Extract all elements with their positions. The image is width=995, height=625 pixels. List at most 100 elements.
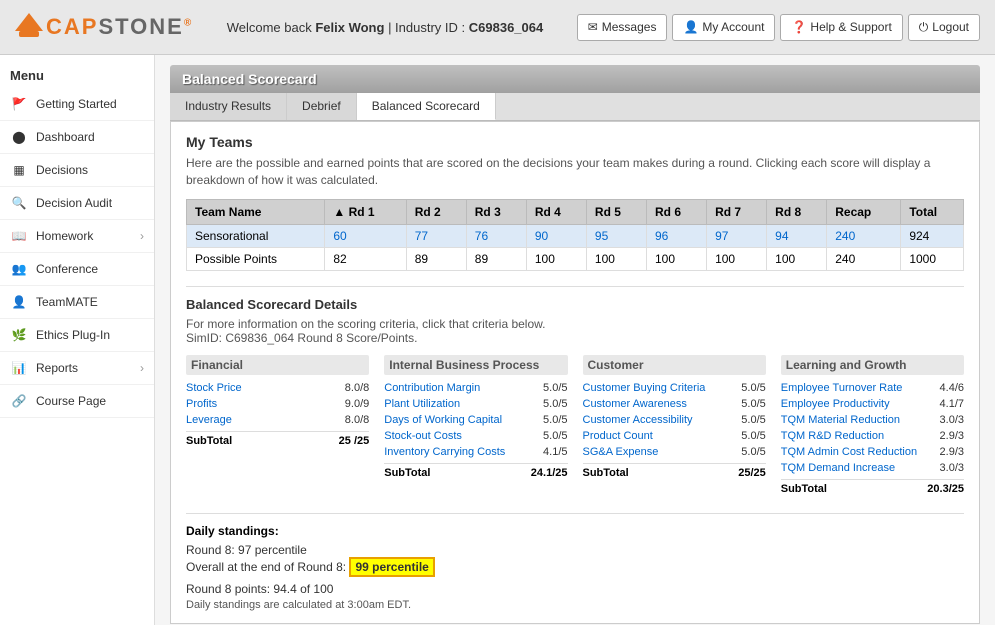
page-title: Balanced Scorecard — [182, 71, 968, 87]
score-link-recap[interactable]: 240 — [835, 229, 855, 243]
score-link-rd4[interactable]: 90 — [535, 229, 548, 243]
profits-score: 9.0/9 — [345, 398, 369, 410]
conference-icon: 👥 — [10, 260, 28, 278]
col-rd6: Rd 6 — [647, 199, 707, 224]
logo: CAPSTONE® — [15, 13, 193, 41]
sidebar-item-conference[interactable]: 👥 Conference — [0, 253, 154, 286]
stock-price-link[interactable]: Stock Price — [186, 382, 242, 394]
col-rd3: Rd 3 — [466, 199, 526, 224]
contribution-margin-link[interactable]: Contribution Margin — [384, 382, 480, 394]
teammate-icon: 👤 — [10, 293, 28, 311]
sidebar-item-decision-audit[interactable]: 🔍 Decision Audit — [0, 187, 154, 220]
sidebar-title: Menu — [0, 60, 154, 88]
col-rd7: Rd 7 — [707, 199, 767, 224]
sidebar-item-course-page[interactable]: 🔗 Course Page — [0, 385, 154, 418]
tqm-demand-link[interactable]: TQM Demand Increase — [781, 462, 895, 474]
profits-link[interactable]: Profits — [186, 398, 217, 410]
scores-table: Team Name ▲ Rd 1 Rd 2 Rd 3 Rd 4 Rd 5 Rd … — [186, 199, 964, 271]
ethics-icon: 🌿 — [10, 326, 28, 344]
sidebar-item-ethics[interactable]: 🌿 Ethics Plug-In — [0, 319, 154, 352]
sidebar-item-teammate[interactable]: 👤 TeamMATE — [0, 286, 154, 319]
account-icon: 👤 — [683, 20, 698, 34]
sidebar-item-getting-started[interactable]: 🚩 Getting Started — [0, 88, 154, 121]
plant-util-link[interactable]: Plant Utilization — [384, 398, 460, 410]
pc-score: 5.0/5 — [741, 430, 765, 442]
score-row: Employee Productivity 4.1/7 — [781, 396, 964, 412]
messages-button[interactable]: ✉ Messages — [577, 14, 668, 41]
logo-text: CAPSTONE® — [46, 14, 193, 40]
help-support-button[interactable]: ❓ Help & Support — [780, 14, 902, 41]
sc-score: 5.0/5 — [543, 430, 567, 442]
leverage-link[interactable]: Leverage — [186, 414, 232, 426]
tab-debrief[interactable]: Debrief — [287, 93, 357, 120]
main-layout: Menu 🚩 Getting Started ⬤ Dashboard ▦ Dec… — [0, 55, 995, 625]
main-content: My Teams Here are the possible and earne… — [170, 121, 980, 624]
stockout-costs-link[interactable]: Stock-out Costs — [384, 430, 462, 442]
financial-section: Financial Stock Price 8.0/8 Profits 9.0/… — [186, 355, 369, 498]
col-recap: Recap — [827, 199, 901, 224]
score-link-rd1[interactable]: 60 — [333, 229, 346, 243]
tqm-material-link[interactable]: TQM Material Reduction — [781, 414, 900, 426]
buying-criteria-link[interactable]: Customer Buying Criteria — [583, 382, 706, 394]
tabs-bar: Industry Results Debrief Balanced Scorec… — [170, 93, 980, 121]
score-link-rd5[interactable]: 95 — [595, 229, 608, 243]
cm-score: 5.0/5 — [543, 382, 567, 394]
col-rd4: Rd 4 — [526, 199, 586, 224]
sidebar-item-homework[interactable]: 📖 Homework › — [0, 220, 154, 253]
score-row: TQM Material Reduction 3.0/3 — [781, 412, 964, 428]
inventory-carrying-link[interactable]: Inventory Carrying Costs — [384, 446, 505, 458]
customer-accessibility-link[interactable]: Customer Accessibility — [583, 414, 693, 426]
score-row: Contribution Margin 5.0/5 — [384, 380, 567, 396]
help-icon: ❓ — [791, 20, 806, 34]
tac-score: 2.9/3 — [940, 446, 964, 458]
standings-note: Daily standings are calculated at 3:00am… — [186, 599, 964, 611]
working-capital-link[interactable]: Days of Working Capital — [384, 414, 502, 426]
col-team-name: Team Name — [187, 199, 325, 224]
score-link-rd3[interactable]: 76 — [475, 229, 488, 243]
employee-turnover-link[interactable]: Employee Turnover Rate — [781, 382, 903, 394]
internal-section: Internal Business Process Contribution M… — [384, 355, 567, 498]
my-teams-desc: Here are the possible and earned points … — [186, 155, 964, 189]
dashboard-icon: ⬤ — [10, 128, 28, 146]
learning-title: Learning and Growth — [781, 355, 964, 375]
bsc-details-title: Balanced Scorecard Details — [186, 286, 964, 312]
chevron-right-icon: › — [140, 229, 144, 243]
employee-productivity-link[interactable]: Employee Productivity — [781, 398, 890, 410]
score-link-rd8[interactable]: 94 — [775, 229, 788, 243]
score-row: SG&A Expense 5.0/5 — [583, 444, 766, 460]
learning-section: Learning and Growth Employee Turnover Ra… — [781, 355, 964, 498]
logo-icon — [15, 13, 43, 41]
score-link-rd7[interactable]: 97 — [715, 229, 728, 243]
customer-awareness-link[interactable]: Customer Awareness — [583, 398, 687, 410]
round-points: Round 8 points: 94.4 of 100 — [186, 582, 964, 596]
possible-rd8: 100 — [767, 247, 827, 270]
content-area: Balanced Scorecard Industry Results Debr… — [155, 55, 995, 625]
wc-score: 5.0/5 — [543, 414, 567, 426]
score-row: TQM Demand Increase 3.0/3 — [781, 460, 964, 476]
financial-subtotal: SubTotal 25 /25 — [186, 431, 369, 450]
product-count-link[interactable]: Product Count — [583, 430, 653, 442]
leverage-score: 8.0/8 — [345, 414, 369, 426]
sidebar-item-reports[interactable]: 📊 Reports › — [0, 352, 154, 385]
sga-expense-link[interactable]: SG&A Expense — [583, 446, 659, 458]
sidebar-item-decisions[interactable]: ▦ Decisions — [0, 154, 154, 187]
overall-percentile-value: 99 percentile — [349, 557, 434, 577]
score-link-rd6[interactable]: 96 — [655, 229, 668, 243]
sidebar-item-dashboard[interactable]: ⬤ Dashboard — [0, 121, 154, 154]
page-title-bar: Balanced Scorecard — [170, 65, 980, 93]
tqm-admin-link[interactable]: TQM Admin Cost Reduction — [781, 446, 917, 458]
reports-icon: 📊 — [10, 359, 28, 377]
tab-industry-results[interactable]: Industry Results — [170, 93, 287, 120]
score-row: TQM Admin Cost Reduction 2.9/3 — [781, 444, 964, 460]
tab-balanced-scorecard[interactable]: Balanced Scorecard — [357, 93, 496, 120]
customer-subtotal: SubTotal 25/25 — [583, 463, 766, 482]
possible-rd2: 89 — [406, 247, 466, 270]
chevron-right-icon-reports: › — [140, 361, 144, 375]
possible-rd5: 100 — [586, 247, 646, 270]
customer-section: Customer Customer Buying Criteria 5.0/5 … — [583, 355, 766, 498]
tqm-rd-link[interactable]: TQM R&D Reduction — [781, 430, 884, 442]
score-link-rd2[interactable]: 77 — [415, 229, 428, 243]
logout-button[interactable]: ⏻ Logout — [908, 14, 980, 41]
score-row: Customer Accessibility 5.0/5 — [583, 412, 766, 428]
my-account-button[interactable]: 👤 My Account — [672, 14, 775, 41]
